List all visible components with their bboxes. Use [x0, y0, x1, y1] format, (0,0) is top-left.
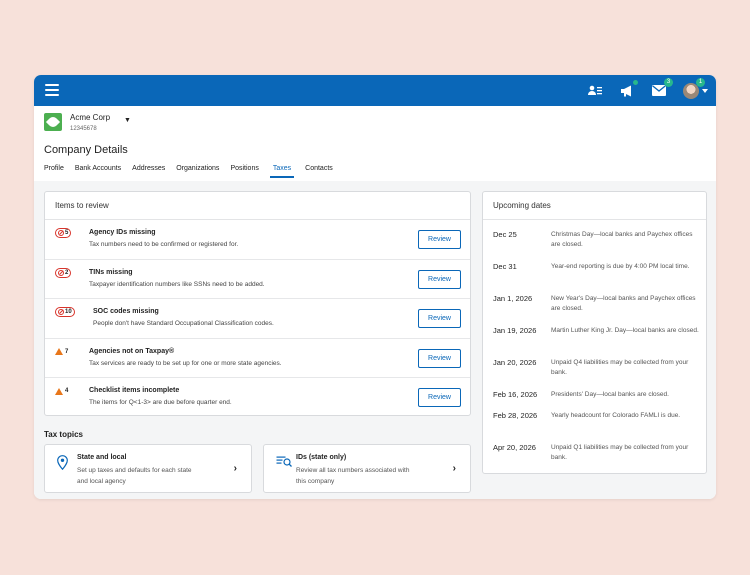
- date-description: Yearly headcount for Colorado FAMLI is d…: [551, 412, 681, 419]
- warning-count-badge: 7: [55, 347, 68, 357]
- profile-menu[interactable]: 1: [682, 77, 708, 100]
- item-title: TINs missing: [89, 268, 133, 276]
- profile-count-badge: 1: [696, 77, 705, 87]
- tab-organizations[interactable]: Organizations: [176, 163, 219, 178]
- main-content: Items to review 5 Agency IDs missing Tax…: [34, 181, 716, 499]
- error-count-badge: 2: [55, 267, 72, 278]
- date-label: Jan 20, 2026: [493, 358, 537, 367]
- item-title: Agencies not on Taxpay®: [89, 347, 175, 355]
- item-description: The items for Q<1-3> are due before quar…: [89, 399, 232, 406]
- list-item: 5 Agency IDs missing Tax numbers need to…: [45, 220, 470, 260]
- company-id: 12345678: [70, 126, 97, 132]
- item-title: Checklist items incomplete: [89, 387, 180, 394]
- review-button[interactable]: Review: [418, 230, 461, 249]
- tab-bar: Profile Bank Accounts Addresses Organiza…: [44, 163, 333, 178]
- prohibited-icon: [58, 269, 64, 276]
- company-logo: [44, 113, 62, 131]
- tab-taxes[interactable]: Taxes: [269, 163, 295, 178]
- card-description: Set up taxes and defaults for each state…: [77, 467, 192, 485]
- review-button[interactable]: Review: [418, 388, 461, 407]
- list-item: 7 Agencies not on Taxpay® Tax services a…: [45, 339, 470, 378]
- id-search-icon: [276, 456, 292, 467]
- chevron-right-icon: ›: [452, 463, 456, 474]
- review-button[interactable]: Review: [418, 269, 461, 289]
- list-item: 10 SOC codes missing People don't have S…: [45, 299, 470, 339]
- date-description: Year-end reporting is due by 4:00 PM loc…: [551, 263, 690, 270]
- card-title: State and local: [77, 454, 127, 461]
- state-and-local-card[interactable]: State and local Set up taxes and default…: [44, 444, 252, 493]
- review-button[interactable]: Review: [418, 309, 461, 328]
- list-item: 2 TINs missing Taxpayer identification n…: [45, 260, 470, 299]
- date-description: Unpaid Q1 liabilities may be collected f…: [551, 444, 689, 461]
- card-title: IDs (state only): [296, 454, 347, 461]
- date-label: Feb 28, 2026: [493, 411, 538, 420]
- item-description: People don't have Standard Occupational …: [93, 320, 274, 327]
- prohibited-icon: [58, 309, 64, 315]
- messages-count-badge: 3: [664, 77, 673, 87]
- item-description: Taxpayer identification numbers like SSN…: [89, 280, 265, 288]
- items-to-review-card: Items to review 5 Agency IDs missing Tax…: [44, 191, 471, 416]
- item-title: SOC codes missing: [93, 308, 159, 315]
- item-description: Tax services are ready to be set up for …: [89, 359, 282, 367]
- warning-icon: [55, 387, 63, 395]
- caret-down-icon[interactable]: ▼: [124, 117, 131, 124]
- date-description: Martin Luther King Jr. Day—local banks a…: [551, 327, 699, 334]
- ids-state-only-card[interactable]: IDs (state only) Review all tax numbers …: [263, 444, 471, 493]
- date-description: Presidents' Day—local banks are closed.: [551, 391, 669, 398]
- tab-contacts[interactable]: Contacts: [305, 163, 333, 178]
- date-description: New Year's Day—local banks and Paychex o…: [551, 295, 696, 312]
- notification-dot: [633, 79, 638, 85]
- date-label: Jan 1, 2026: [493, 294, 533, 303]
- item-title: Agency IDs missing: [89, 229, 156, 236]
- warning-icon: [55, 348, 63, 355]
- card-description: Review all tax numbers associated with t…: [296, 467, 410, 485]
- error-count-badge: 10: [55, 307, 75, 317]
- tab-addresses[interactable]: Addresses: [132, 163, 165, 178]
- chevron-right-icon: ›: [233, 463, 237, 474]
- date-label: Jan 19, 2026: [493, 326, 537, 335]
- envelope-icon[interactable]: 3: [650, 77, 673, 100]
- company-name: Acme Corp: [70, 113, 111, 122]
- date-description: Unpaid Q4 liabilities may be collected f…: [551, 359, 689, 376]
- top-navigation-bar: 3 1: [34, 75, 716, 106]
- megaphone-icon[interactable]: [618, 79, 638, 100]
- upcoming-dates-card: Upcoming dates Dec 25 Christmas Day—loca…: [482, 191, 707, 474]
- card-title: Items to review: [45, 192, 470, 220]
- tab-positions[interactable]: Positions: [230, 163, 258, 178]
- date-description: Christmas Day—local banks and Paychex of…: [551, 231, 693, 248]
- review-button[interactable]: Review: [418, 348, 461, 368]
- date-label: Apr 20, 2026: [493, 443, 536, 452]
- date-label: Dec 25: [493, 230, 517, 239]
- prohibited-icon: [58, 230, 64, 236]
- location-pin-icon: [57, 455, 68, 470]
- date-label: Dec 31: [493, 262, 517, 271]
- tax-topics-heading: Tax topics: [44, 430, 83, 439]
- tab-bank-accounts[interactable]: Bank Accounts: [75, 163, 121, 178]
- hamburger-menu-icon[interactable]: [45, 84, 59, 96]
- chevron-down-icon: [702, 88, 708, 93]
- card-title: Upcoming dates: [483, 192, 706, 220]
- people-list-icon[interactable]: [586, 82, 604, 100]
- warning-count-badge: 4: [55, 386, 68, 396]
- list-item: 4 Checklist items incomplete The items f…: [45, 378, 470, 418]
- app-window: 3 1 Acme Corp 12345678 ▼ Company Details…: [34, 75, 716, 499]
- tab-profile[interactable]: Profile: [44, 163, 64, 178]
- item-description: Tax numbers need to be confirmed or regi…: [89, 241, 239, 248]
- date-label: Feb 16, 2026: [493, 390, 538, 399]
- page-title: Company Details: [44, 144, 128, 156]
- error-count-badge: 5: [55, 228, 72, 238]
- company-switcher[interactable]: Acme Corp 12345678 ▼: [44, 113, 131, 133]
